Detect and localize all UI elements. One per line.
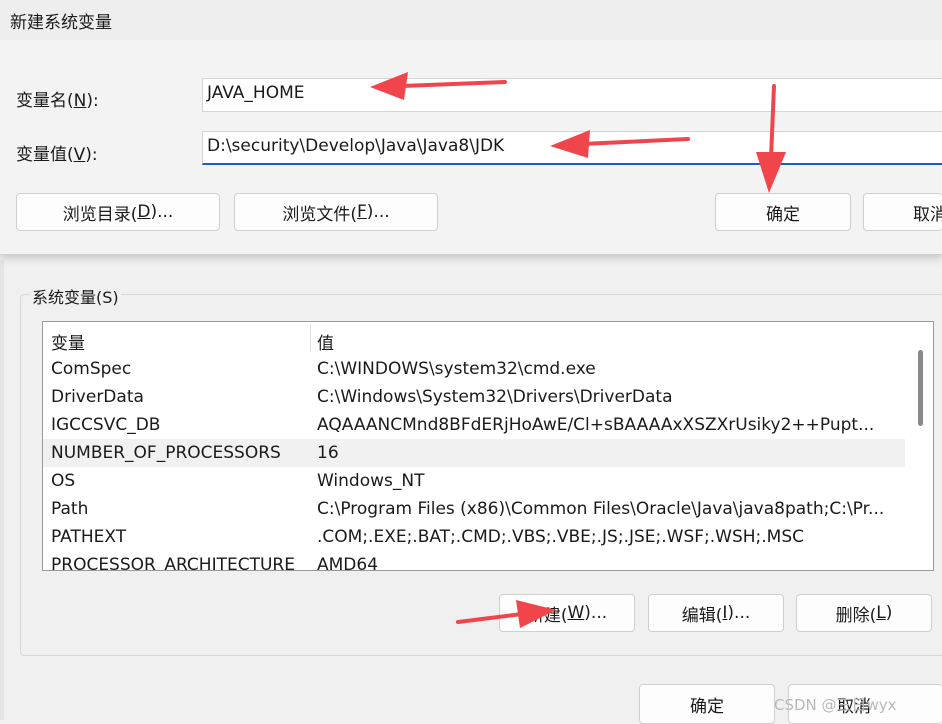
row-variable-name: ComSpec [51,359,132,379]
table-row[interactable]: PROCESSOR_ARCHITECTURE AMD64 [43,551,905,571]
list-scrollbar[interactable] [907,322,933,570]
row-variable-value: .COM;.EXE;.BAT;.CMD;.VBS;.VBE;.JS;.JSE;.… [317,527,805,547]
column-header-variable[interactable]: 变量 [51,329,85,354]
new-system-variable-dialog: 新建系统变量 变量名(N): JAVA_HOME 变量值(V): D:\secu… [0,0,942,255]
edit-variable-button[interactable]: 编辑(I)... [648,594,784,632]
table-row-selected[interactable]: NUMBER_OF_PROCESSORS 16 [43,439,905,467]
row-variable-value: C:\WINDOWS\system32\cmd.exe [317,359,596,379]
row-variable-value: C:\Program Files (x86)\Common Files\Orac… [317,499,885,519]
table-row[interactable]: ComSpec C:\WINDOWS\system32\cmd.exe [43,355,905,383]
variable-name-label: 变量名(N): [16,91,99,111]
table-row[interactable]: DriverData C:\Windows\System32\Drivers\D… [43,383,905,411]
row-variable-name: IGCCSVC_DB [51,415,161,435]
dialog-title: 新建系统变量 [10,13,112,33]
column-separator[interactable] [310,324,311,352]
variable-value-label: 变量值(V): [16,145,98,165]
row-variable-name: PROCESSOR_ARCHITECTURE [51,555,295,571]
delete-variable-button[interactable]: 删除(L) [796,594,932,632]
row-variable-name: DriverData [51,387,144,407]
row-variable-name: Path [51,499,89,519]
table-row[interactable]: IGCCSVC_DB AQAAANCMnd8BFdERjHoAwE/Cl+sBA… [43,411,905,439]
dialog-cancel-button[interactable]: 取消 [863,193,942,231]
row-variable-value: AMD64 [317,555,379,571]
system-variables-group-title: 系统变量(S) [30,284,121,308]
browse-file-button[interactable]: 浏览文件(F)... [234,193,438,231]
system-variables-list[interactable]: 变量 值 ComSpec C:\WINDOWS\system32\cmd.exe… [42,321,934,571]
table-row[interactable]: PATHEXT .COM;.EXE;.BAT;.CMD;.VBS;.VBE;.J… [43,523,905,551]
row-variable-name: NUMBER_OF_PROCESSORS [51,443,281,463]
list-rows: ComSpec C:\WINDOWS\system32\cmd.exe Driv… [43,355,905,571]
footer-ok-button[interactable]: 确定 [639,684,775,724]
column-header-value[interactable]: 值 [317,329,334,354]
row-variable-name: OS [51,471,76,491]
dialog-ok-button[interactable]: 确定 [715,193,851,231]
dialog-titlebar[interactable]: 新建系统变量 [0,0,942,40]
row-variable-value: C:\Windows\System32\Drivers\DriverData [317,387,673,407]
scrollbar-thumb[interactable] [918,350,923,426]
new-variable-button[interactable]: 新建(W)... [499,594,635,632]
table-row[interactable]: OS Windows_NT [43,467,905,495]
table-row[interactable]: Path C:\Program Files (x86)\Common Files… [43,495,905,523]
list-header: 变量 值 [43,322,905,354]
variable-value-input[interactable]: D:\security\Develop\Java\Java8\JDK [202,131,942,165]
row-variable-value: Windows_NT [317,471,425,491]
row-variable-value: AQAAANCMnd8BFdERjHoAwE/Cl+sBAAAAxXSZXrUs… [317,415,875,435]
watermark: CSDN @三日wyx [774,696,897,714]
variable-name-input[interactable]: JAVA_HOME [202,78,942,112]
window-edge [0,260,4,720]
browse-directory-button[interactable]: 浏览目录(D)... [16,193,220,231]
row-variable-value: 16 [317,443,339,463]
row-variable-name: PATHEXT [51,527,127,547]
